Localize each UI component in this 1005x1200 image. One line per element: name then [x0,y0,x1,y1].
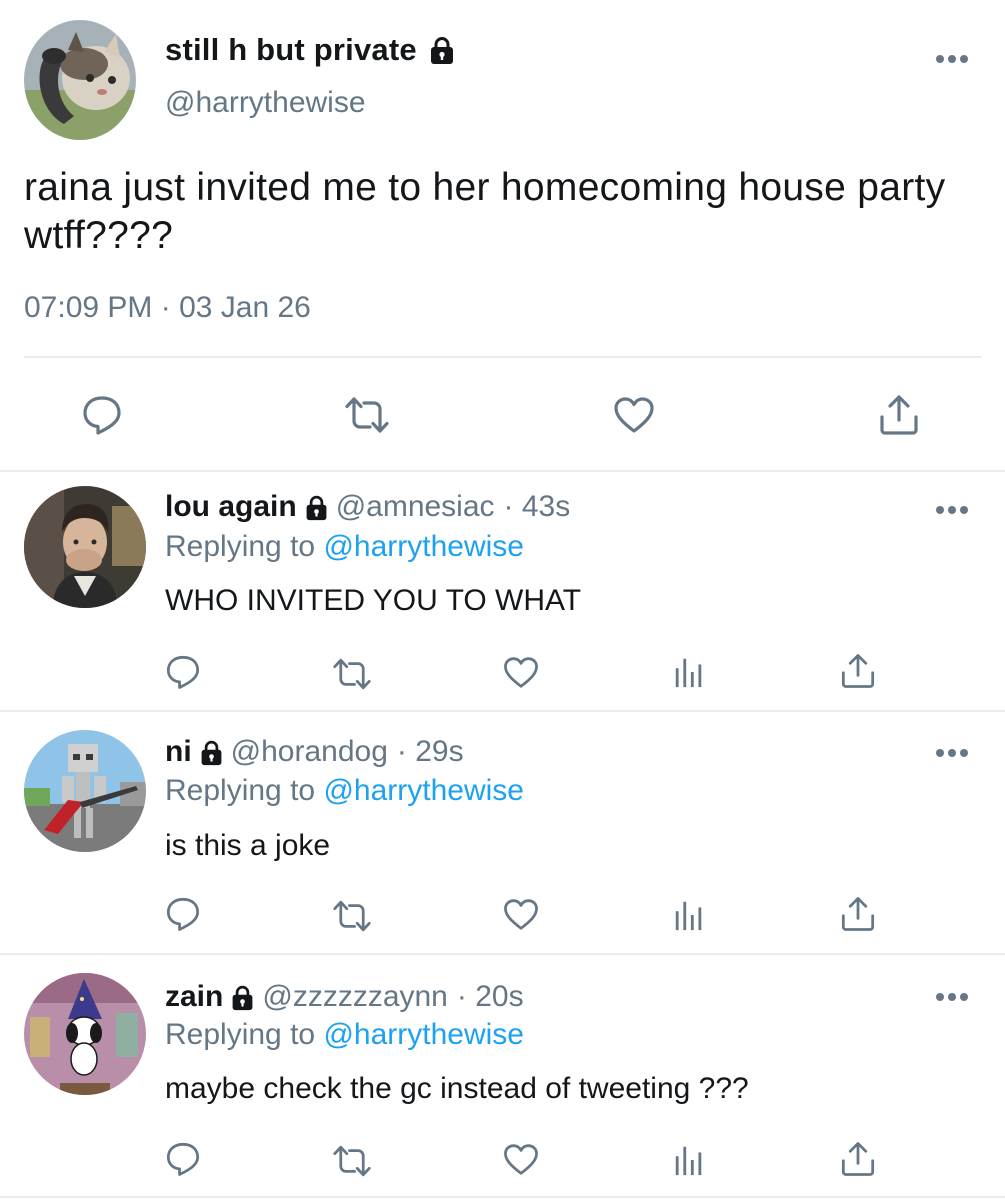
reply-icon[interactable] [164,653,202,691]
reply-time[interactable]: · 20s [457,980,524,1014]
reply-text: maybe check the gc instead of tweeting ?… [165,1072,749,1105]
like-icon[interactable] [502,1142,540,1177]
like-icon[interactable] [612,395,656,435]
display-name[interactable]: zain [165,980,223,1014]
lock-icon [198,739,225,766]
share-icon[interactable] [877,393,921,437]
reply-header: lou again @amnesiac · 43s [165,490,570,524]
avatar[interactable] [24,20,136,140]
user-handle[interactable]: @zzzzzzaynn [262,980,448,1014]
lock-icon [427,35,457,65]
skeleton-guitar-avatar [24,730,146,852]
lock-icon [303,494,330,521]
analytics-icon[interactable] [672,655,706,689]
avatar[interactable] [24,730,146,852]
analytics-icon[interactable] [672,898,706,932]
divider [24,356,981,358]
reply-header: zain @zzzzzzaynn · 20s [165,980,524,1014]
divider [0,1196,1005,1198]
share-icon[interactable] [839,1140,877,1178]
replying-to-prefix: Replying to [165,1018,316,1051]
divider [0,953,1005,955]
snoopy-wizard-avatar [24,973,146,1095]
reply-time[interactable]: · 29s [397,735,464,769]
tweet-text: raina just invited me to her homecoming … [24,166,946,257]
lock-icon [229,984,256,1011]
more-options-icon[interactable] [935,54,969,64]
avatar[interactable] [24,973,146,1095]
reply-text: WHO INVITED YOU TO WHAT [165,584,582,617]
user-handle[interactable]: @amnesiac [336,490,495,524]
reply-text: is this a joke [165,829,331,862]
man-covering-mouth-avatar [24,486,146,608]
more-options-icon[interactable] [935,992,969,1002]
cat-on-phone-avatar [24,20,136,140]
more-options-icon[interactable] [935,748,969,758]
replying-to-mention[interactable]: @harrythewise [323,774,524,807]
reply-header: ni @horandog · 29s [165,735,464,769]
retweet-icon[interactable] [343,393,391,437]
replying-to: Replying to @harrythewise [165,774,524,808]
more-options-icon[interactable] [935,505,969,515]
reply-icon[interactable] [80,393,124,437]
share-icon[interactable] [839,895,877,933]
replying-to: Replying to @harrythewise [165,1018,524,1052]
retweet-icon[interactable] [331,655,373,693]
display-name[interactable]: ni [165,735,192,769]
replying-to-prefix: Replying to [165,530,316,563]
like-icon[interactable] [502,897,540,932]
display-name-text: still h but private [165,32,417,67]
user-handle[interactable]: @horandog [231,735,388,769]
reply-icon[interactable] [164,1140,202,1178]
display-name[interactable]: lou again [165,490,297,524]
retweet-icon[interactable] [331,897,373,935]
divider [0,710,1005,712]
avatar[interactable] [24,486,146,608]
display-name[interactable]: still h but private [165,32,457,68]
replying-to: Replying to @harrythewise [165,530,524,564]
user-handle[interactable]: @harrythewise [165,86,366,120]
like-icon[interactable] [502,655,540,690]
tweet-timestamp[interactable]: 07:09 PM · 03 Jan 26 [24,291,311,325]
share-icon[interactable] [839,652,877,690]
reply-time[interactable]: · 43s [504,490,571,524]
replying-to-mention[interactable]: @harrythewise [323,530,524,563]
replying-to-mention[interactable]: @harrythewise [323,1018,524,1051]
divider [0,470,1005,472]
reply-icon[interactable] [164,895,202,933]
replying-to-prefix: Replying to [165,774,316,807]
retweet-icon[interactable] [331,1142,373,1180]
analytics-icon[interactable] [672,1143,706,1177]
